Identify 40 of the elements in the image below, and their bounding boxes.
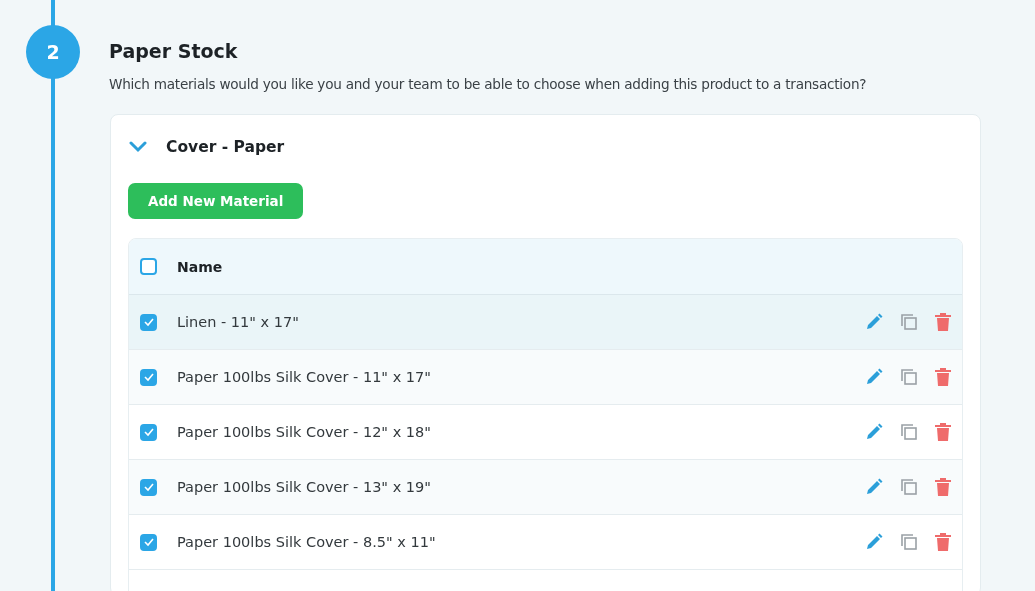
row-checkbox[interactable] (140, 478, 157, 496)
edit-icon[interactable] (864, 532, 884, 552)
table-row[interactable]: Linen - 11" x 17" (129, 295, 962, 350)
edit-icon[interactable] (864, 477, 884, 497)
check-icon (142, 537, 155, 547)
row-checkbox[interactable] (140, 423, 157, 441)
check-icon (142, 372, 155, 382)
delete-icon[interactable] (934, 532, 952, 552)
group-title[interactable]: Cover - Paper (166, 138, 285, 156)
step-number: 2 (26, 25, 80, 79)
edit-icon[interactable] (864, 312, 884, 332)
section-title: Paper Stock (109, 40, 239, 62)
material-name: Paper 100lbs Silk Cover - 8.5" x 11" (177, 534, 437, 550)
chevron-icon[interactable] (129, 141, 147, 153)
table-row[interactable]: Paper 100lbs Silk Cover - 11" x 17" (129, 350, 962, 405)
check-icon (142, 482, 155, 492)
section-description: Which materials would you like you and your team to be able to choose when adding this product to a transaction? (109, 76, 868, 92)
table-row[interactable]: Paper 100lbs Silk Cover - 13" x 19" (129, 460, 962, 515)
material-name: Paper 100lbs Silk Cover - 12" x 18" (177, 424, 432, 440)
material-name: Paper 100lbs Silk Cover - 11" x 17" (177, 369, 432, 385)
check-icon (142, 427, 155, 437)
row-checkbox[interactable] (140, 533, 157, 551)
delete-icon[interactable] (934, 477, 952, 497)
select-all-checkbox[interactable] (140, 258, 157, 275)
delete-icon[interactable] (934, 422, 952, 442)
column-header: Name (177, 258, 223, 275)
edit-icon[interactable] (864, 422, 884, 442)
edit-icon[interactable] (864, 367, 884, 387)
material-name: Linen - 11" x 17" (177, 314, 300, 330)
row-checkbox[interactable] (140, 368, 157, 386)
copy-icon[interactable] (899, 422, 919, 442)
row-checkbox[interactable] (140, 313, 157, 331)
delete-icon[interactable] (934, 312, 952, 332)
copy-icon[interactable] (899, 477, 919, 497)
material-name: Paper 100lbs Silk Cover - 13" x 19" (177, 479, 432, 495)
delete-icon[interactable] (934, 367, 952, 387)
check-icon (142, 317, 155, 327)
copy-icon[interactable] (899, 367, 919, 387)
copy-icon[interactable] (899, 532, 919, 552)
copy-icon[interactable] (899, 312, 919, 332)
